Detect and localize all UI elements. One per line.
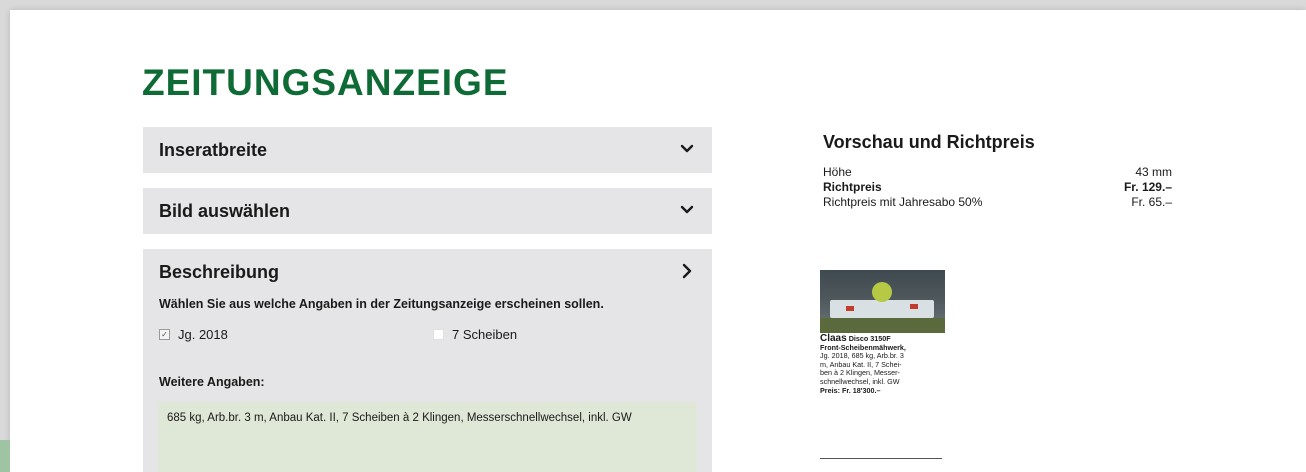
preview-row-richtpreis: Richtpreis Fr. 129.–	[823, 180, 1172, 195]
ad-divider	[820, 458, 942, 459]
checkbox-scheiben[interactable]	[433, 329, 444, 340]
ad-price: Preis: Fr. 18'300.–	[820, 385, 881, 395]
option-jahrgang[interactable]: ✓ Jg. 2018	[159, 327, 228, 342]
chevron-right-icon[interactable]	[678, 262, 696, 280]
option-scheiben[interactable]: 7 Scheiben	[433, 327, 517, 342]
accordion-title-beschreibung: Beschreibung	[159, 261, 280, 282]
preview-title: Vorschau und Richtpreis	[823, 132, 1035, 152]
ad-text: Claas Disco 3150F Front-Scheibenmähwerk,…	[820, 334, 942, 395]
page-title: ZEITUNGSANZEIGE	[142, 62, 509, 103]
accordion-header-inseratbreite[interactable]: Inseratbreite	[143, 127, 712, 173]
ad-model: Disco 3150F	[848, 334, 891, 343]
more-info-label: Weitere Angaben:	[159, 375, 265, 389]
preview-value-hoehe: 43 mm	[1135, 165, 1172, 179]
ad-preview: Claas Disco 3150F Front-Scheibenmähwerk,…	[820, 270, 946, 459]
accordion-header-bild[interactable]: Bild auswählen	[143, 188, 712, 234]
accordion-header-beschreibung[interactable]: Beschreibung	[143, 249, 712, 295]
description-hint: Wählen Sie aus welche Angaben in der Zei…	[159, 297, 604, 311]
accordion-beschreibung: Beschreibung Wählen Sie aus welche Angab…	[143, 249, 712, 472]
preview-row-hoehe: Höhe 43 mm	[823, 165, 1172, 180]
option-scheiben-label: 7 Scheiben	[452, 327, 518, 342]
preview-label-jahresabo: Richtpreis mit Jahresabo 50%	[823, 195, 983, 209]
preview-panel: Vorschau und Richtpreis Höhe 43 mm Richt…	[823, 132, 1183, 210]
chevron-down-icon[interactable]	[678, 201, 696, 219]
preview-row-jahresabo: Richtpreis mit Jahresabo 50% Fr. 65.–	[823, 195, 1172, 210]
accordion-inseratbreite[interactable]: Inseratbreite	[143, 127, 712, 173]
main-card: ZEITUNGSANZEIGE Inseratbreite Bild auswä…	[10, 10, 1306, 472]
accordion-title-inseratbreite: Inseratbreite	[159, 139, 268, 160]
ad-photo	[820, 270, 945, 333]
preview-label-hoehe: Höhe	[823, 165, 852, 179]
checkbox-jahrgang[interactable]: ✓	[159, 329, 170, 340]
accordion-bild-auswaehlen[interactable]: Bild auswählen	[143, 188, 712, 234]
preview-value-richtpreis: Fr. 129.–	[1123, 180, 1172, 194]
preview-label-richtpreis: Richtpreis	[823, 180, 882, 194]
chevron-down-icon[interactable]	[678, 140, 696, 158]
decorative-strip	[0, 440, 10, 472]
preview-value-jahresabo: Fr. 65.–	[1131, 195, 1172, 209]
accordion-title-bild: Bild auswählen	[159, 200, 291, 221]
more-info-textarea[interactable]: 685 kg, Arb.br. 3 m, Anbau Kat. II, 7 Sc…	[158, 402, 697, 472]
option-jahrgang-label: Jg. 2018	[178, 327, 228, 342]
